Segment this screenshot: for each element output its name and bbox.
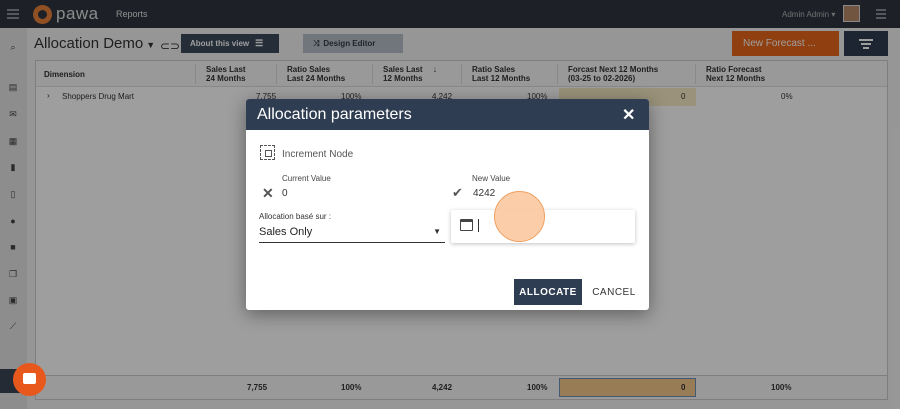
- chat-icon[interactable]: [13, 363, 46, 396]
- allocation-basis-value: Sales Only: [259, 226, 313, 238]
- check-icon: ✔: [452, 185, 463, 200]
- allocation-basis-select[interactable]: Sales Only ▼: [259, 223, 445, 243]
- allocation-dialog: Allocation parameters ✕ Increment Node C…: [246, 99, 649, 310]
- dropdown-arrow-icon: ▼: [433, 227, 441, 236]
- calendar-icon[interactable]: [460, 219, 473, 231]
- clear-icon: ✕: [262, 185, 274, 201]
- dialog-header: Allocation parameters ✕: [246, 99, 649, 130]
- increment-node-label: Increment Node: [282, 149, 354, 160]
- text-cursor: [478, 219, 479, 232]
- allocate-button[interactable]: ALLOCATE: [514, 279, 582, 305]
- new-value-label: New Value: [472, 174, 511, 183]
- increment-node-icon: [260, 145, 275, 160]
- allocation-basis-label: Allocation basé sur :: [259, 212, 332, 221]
- dialog-title: Allocation parameters: [257, 106, 412, 123]
- close-icon[interactable]: ✕: [622, 105, 635, 125]
- new-value[interactable]: 4242: [473, 188, 495, 199]
- click-indicator: [494, 191, 545, 242]
- cancel-button[interactable]: CANCEL: [589, 279, 639, 305]
- current-value-label: Current Value: [282, 174, 331, 183]
- current-value: 0: [282, 188, 288, 199]
